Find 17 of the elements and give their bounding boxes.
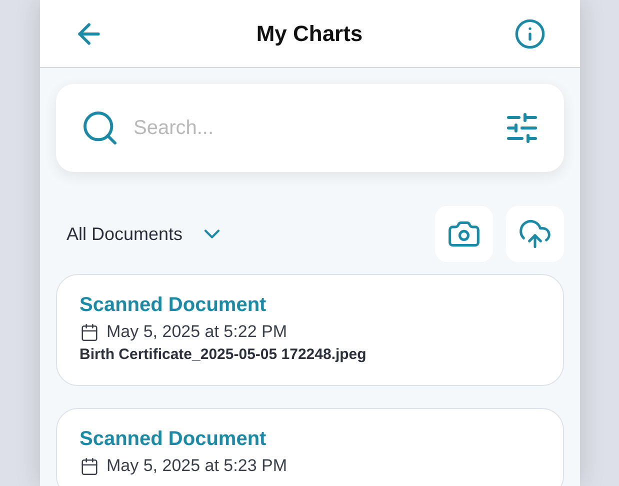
search-bar[interactable]: Search...	[56, 84, 564, 172]
document-title: Scanned Document	[80, 427, 268, 451]
cloud-upload-icon	[518, 217, 552, 251]
document-filename: Birth Certificate_2025-05-05 172248.jpeg	[80, 345, 368, 365]
search-field[interactable]: Search...	[134, 113, 490, 143]
calendar-icon	[80, 322, 98, 342]
upload-button[interactable]	[506, 206, 564, 262]
document-date: May 5, 2025 at 5:23 PM	[106, 455, 287, 477]
document-card[interactable]: Scanned Document May 5, 2025 at 5:22 PM Birth Certificate_2025-05-05 172248.jpeg	[56, 274, 564, 386]
page-title: My Charts	[256, 20, 363, 48]
document-card[interactable]: Scanned Document May 5, 2025 at 5:23 PM	[56, 408, 564, 486]
document-date: May 5, 2025 at 5:22 PM	[106, 321, 287, 343]
document-filter-dropdown[interactable]: All Documents	[56, 220, 225, 248]
camera-button[interactable]	[434, 206, 492, 262]
calendar-icon	[80, 456, 98, 476]
document-title: Scanned Document	[80, 293, 268, 317]
info-icon[interactable]	[514, 18, 546, 50]
